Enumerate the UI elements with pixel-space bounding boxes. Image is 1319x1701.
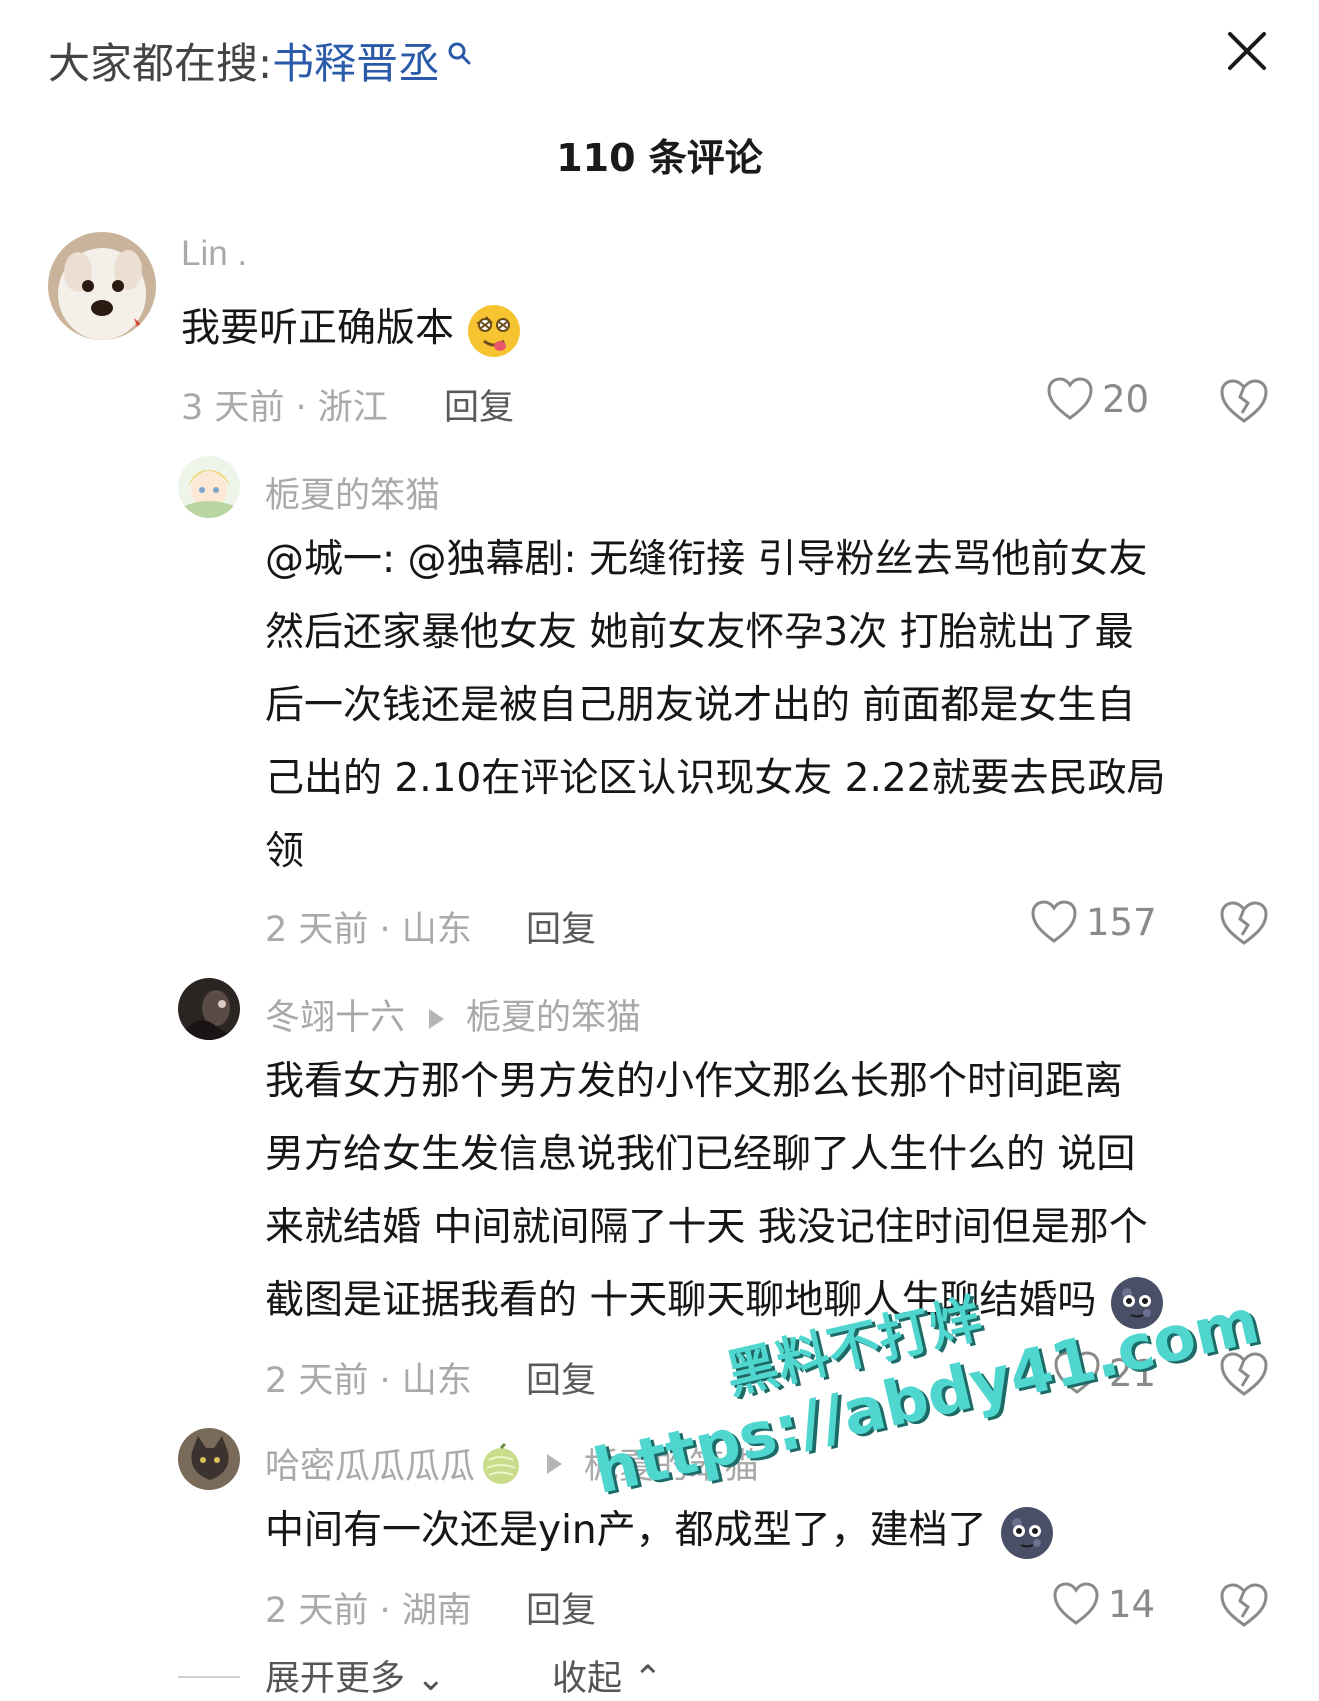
comment-time-location: 2 天前 · 山东 — [265, 910, 472, 950]
cat-avatar-icon — [178, 1428, 240, 1490]
comment-time-location: 2 天前 · 湖南 — [265, 1591, 472, 1631]
reply-target[interactable]: 栀夏的笨猫 — [584, 1438, 759, 1489]
search-prefix: 大家都在搜: — [48, 39, 273, 88]
avatar[interactable] — [178, 1428, 240, 1490]
search-icon — [448, 42, 471, 65]
comment-username[interactable]: 栀夏的笨猫 — [265, 467, 440, 518]
heart-icon — [1047, 377, 1093, 420]
dark-photo-avatar-icon — [178, 978, 240, 1040]
search-suggestion[interactable]: 大家都在搜: 书释晋丞 — [48, 34, 472, 94]
like-count: 157 — [1086, 900, 1157, 944]
reply-target[interactable]: 栀夏的笨猫 — [466, 998, 641, 1038]
like-button[interactable]: 157 — [1030, 899, 1157, 945]
anime-avatar-icon — [178, 456, 240, 518]
like-count: 20 — [1102, 377, 1150, 421]
comment-username: 冬翊十六 栀夏的笨猫 — [265, 989, 641, 1040]
comment-username: 哈密瓜瓜瓜瓜 栀夏的笨猫 — [265, 1438, 759, 1489]
heart-icon — [1054, 1351, 1100, 1394]
like-count: 21 — [1109, 1351, 1157, 1395]
comment-text-line: 我看女方那个男方发的小作文那么长那个时间距离 — [265, 1059, 1124, 1104]
chevron-down-icon: ⌄ — [416, 1659, 446, 1699]
reply-button[interactable]: 回复 — [526, 901, 596, 952]
comment-text-line: 男方给女生发信息说我们已经聊了人生什么的 说回 — [265, 1132, 1136, 1177]
melon-icon — [483, 1442, 520, 1484]
broken-heart-icon[interactable] — [1218, 1581, 1270, 1629]
dog-avatar-icon — [48, 232, 156, 340]
comment-text-line: 截图是证据我看的 十天聊天聊地聊人生聊结婚吗 — [265, 1264, 1275, 1337]
comment-text-content: 截图是证据我看的 十天聊天聊地聊人生聊结婚吗 — [265, 1278, 1097, 1323]
broken-heart-icon[interactable] — [1218, 899, 1270, 947]
comment-text-line: 然后还家暴他女友 她前女友怀孕3次 打胎就出了最 — [265, 610, 1134, 655]
like-button[interactable]: 20 — [1046, 376, 1149, 422]
comment-username[interactable]: Lin . — [181, 234, 247, 274]
chevron-up-icon: ⌃ — [633, 1659, 663, 1699]
broken-heart-icon[interactable] — [1218, 1350, 1270, 1398]
new-moon-face-emoji-icon — [1110, 1276, 1163, 1329]
comment-text-content: 中间有一次还是yin产，都成型了，建档了 — [265, 1508, 987, 1553]
broken-heart-icon[interactable] — [1218, 377, 1270, 425]
collapse-button[interactable]: 收起 ⌃ — [552, 1650, 662, 1701]
comment-text: 我要听正确版本 — [181, 292, 522, 365]
top-bar: 大家都在搜: 书释晋丞 — [0, 0, 1319, 130]
search-keyword[interactable]: 书释晋丞 — [272, 34, 440, 94]
comment-text-line: 来就结婚 中间就间隔了十天 我没记住时间但是那个 — [265, 1205, 1148, 1250]
expand-more-button[interactable]: 展开更多 ⌄ — [265, 1650, 445, 1701]
comment-text: 我看女方那个男方发的小作文那么长那个时间距离 男方给女生发信息说我们已经聊了人生… — [265, 1045, 1275, 1337]
reply-author[interactable]: 哈密瓜瓜瓜瓜 — [265, 1438, 475, 1489]
comment-text: 中间有一次还是yin产，都成型了，建档了 — [265, 1494, 1055, 1567]
avatar[interactable] — [48, 232, 156, 340]
heart-icon — [1031, 900, 1077, 943]
divider — [178, 1676, 240, 1678]
reply-button[interactable]: 回复 — [526, 1582, 596, 1633]
reply-arrow-icon — [429, 1009, 445, 1029]
comment-count-title: 110 条评论 — [556, 136, 763, 180]
avatar[interactable] — [178, 978, 240, 1040]
heart-icon — [1053, 1582, 1099, 1625]
reply-button[interactable]: 回复 — [444, 379, 514, 430]
comment-text-content: 我要听正确版本 — [181, 306, 455, 351]
reply-author[interactable]: 冬翊十六 — [265, 998, 405, 1038]
drooling-face-emoji-icon — [468, 304, 521, 357]
comment-text: @城一: @独幕剧: 无缝衔接 引导粉丝去骂他前女友 然后还家暴他女友 她前女友… — [265, 523, 1265, 888]
expand-more-label: 展开更多 — [265, 1659, 406, 1699]
close-icon[interactable] — [1222, 26, 1272, 76]
comment-text-line: 己出的 2.10在评论区认识现女友 2.22就要去民政局 — [265, 756, 1166, 801]
new-moon-face-emoji-icon — [1001, 1506, 1054, 1559]
comment-text-line: 领 — [265, 829, 305, 874]
avatar[interactable] — [178, 456, 240, 518]
comment-text-line: @城一: @独幕剧: 无缝衔接 引导粉丝去骂他前女友 — [265, 537, 1148, 582]
comment-text-line: 后一次钱还是被自己朋友说才出的 前面都是女生自 — [265, 683, 1136, 728]
like-count: 14 — [1108, 1582, 1156, 1626]
like-button[interactable]: 21 — [1053, 1350, 1156, 1396]
collapse-label: 收起 — [552, 1659, 623, 1699]
like-button[interactable]: 14 — [1052, 1581, 1155, 1627]
comment-time-location: 3 天前 · 浙江 — [181, 388, 388, 428]
reply-arrow-icon — [547, 1453, 563, 1474]
comment-time-location: 2 天前 · 山东 — [265, 1361, 472, 1401]
reply-button[interactable]: 回复 — [526, 1352, 596, 1403]
